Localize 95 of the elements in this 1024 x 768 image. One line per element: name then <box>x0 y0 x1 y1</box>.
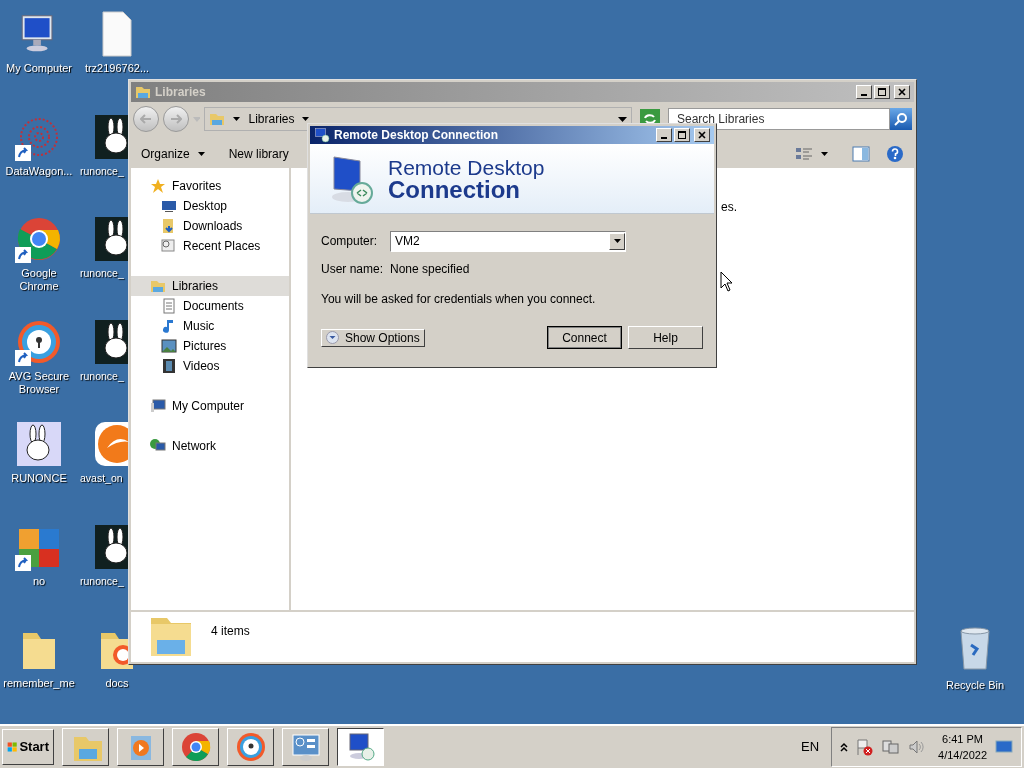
minimize-icon <box>661 137 667 139</box>
language-indicator[interactable]: EN <box>801 737 820 757</box>
star-icon <box>150 178 166 194</box>
credentials-note: You will be asked for credentials when you connect. <box>321 291 597 308</box>
cursor-icon <box>720 271 733 292</box>
flag-icon[interactable] <box>856 738 875 756</box>
toolbar-button[interactable]: New library <box>228 145 289 163</box>
close-button[interactable] <box>894 85 910 99</box>
desktop-icon-label[interactable]: AVG Secure Browser <box>1 369 77 396</box>
maximize-button[interactable] <box>674 128 690 142</box>
forward-arrow-icon <box>169 114 182 124</box>
desktop-icon-label[interactable]: no <box>32 574 46 588</box>
desktop-icon-label[interactable]: Recycle Bin <box>945 677 1005 694</box>
show-options-button[interactable]: Show Options <box>321 328 425 347</box>
desktop-icon-label[interactable]: remember_me <box>3 677 75 690</box>
maximize-button[interactable] <box>874 85 890 99</box>
desktop-icon-label[interactable]: runonce_ <box>80 369 124 383</box>
caret-icon <box>302 117 310 121</box>
desktop-icon-label[interactable]: runonce_ <box>80 267 124 280</box>
minimize-icon <box>861 94 867 96</box>
remote-desktop-icon <box>314 127 330 143</box>
nav-item[interactable]: Music <box>131 316 289 336</box>
desktop-icon-label[interactable]: RUNONCE <box>11 472 67 485</box>
chrome-icon <box>15 215 63 263</box>
refresh-icon <box>643 113 658 125</box>
breadcrumb[interactable]: Libraries <box>248 110 295 128</box>
chevron-up-icon[interactable] <box>840 742 849 752</box>
nav-item[interactable]: Documents <box>131 296 289 316</box>
nav-item[interactable]: Favorites <box>131 176 289 196</box>
field-label: Computer: <box>321 233 379 250</box>
document-icon <box>161 298 177 314</box>
film-icon <box>161 358 177 374</box>
nav-item[interactable]: Libraries <box>131 276 289 296</box>
caret-icon <box>197 152 205 156</box>
field-label: User name: <box>321 261 385 278</box>
desktop-icon-label[interactable]: runonce_ <box>80 574 124 588</box>
expand-icon <box>326 331 339 344</box>
library-icon <box>209 111 226 127</box>
windows-logo-icon <box>7 739 18 755</box>
nav-item[interactable]: Desktop <box>131 196 289 216</box>
nav-item[interactable]: Downloads <box>131 216 289 236</box>
view-options-icon[interactable] <box>795 146 813 162</box>
user-name-value: None specified <box>390 261 470 278</box>
clock[interactable]: 6:41 PM 4/14/2022 <box>938 731 987 763</box>
nav-item[interactable]: Recent Places <box>131 236 289 256</box>
caret-icon <box>233 117 241 121</box>
desktop-icon-label[interactable]: docs <box>105 677 129 690</box>
library-icon <box>150 278 166 294</box>
minimize-button[interactable] <box>856 85 872 99</box>
back-arrow-icon <box>139 114 152 124</box>
minimize-button[interactable] <box>656 128 672 142</box>
control-panel-icon <box>289 731 322 763</box>
maximize-icon <box>678 131 686 139</box>
dialog-button[interactable]: Help <box>628 326 703 349</box>
window-title: Libraries <box>155 84 207 101</box>
computer-icon <box>150 398 166 414</box>
desktop-icon-label[interactable]: trz2196762... <box>84 62 150 75</box>
show-desktop-icon[interactable] <box>995 739 1013 755</box>
speaker-icon[interactable] <box>908 738 927 756</box>
dialog-button[interactable]: Connect <box>547 326 622 349</box>
picture-icon <box>161 338 177 354</box>
nav-item[interactable]: Videos <box>131 356 289 376</box>
taskbar-button[interactable] <box>337 728 384 766</box>
close-button[interactable] <box>694 128 710 142</box>
desktop-icon <box>161 198 177 214</box>
network-icon <box>150 438 166 454</box>
search-icon <box>894 112 908 126</box>
chrome-icon <box>179 731 212 763</box>
toolbar-button[interactable]: Organize <box>141 145 205 163</box>
desktop-icon-label[interactable]: My Computer <box>6 62 72 75</box>
search-field[interactable]: Search Libraries <box>668 108 890 130</box>
desktop-icon-label[interactable]: Google Chrome <box>1 267 77 293</box>
dialog-heading: Connection <box>388 178 520 201</box>
network-icon[interactable] <box>882 738 901 756</box>
dialog-heading: Remote Desktop <box>388 156 545 179</box>
nav-item[interactable]: Network <box>131 436 289 456</box>
start-button[interactable]: Start <box>2 729 54 765</box>
desktop-icon-label[interactable]: DataWagon... <box>5 164 73 178</box>
item-count: 4 items <box>211 623 250 640</box>
search-button[interactable] <box>890 108 912 130</box>
close-icon <box>698 131 706 139</box>
library-icon <box>135 84 151 100</box>
desktop-icon-label[interactable]: runonce_ <box>80 164 124 178</box>
nav-item[interactable]: My Computer <box>131 396 289 416</box>
computer-combobox[interactable]: VM2 <box>390 230 626 252</box>
caret-icon <box>192 116 201 122</box>
close-icon <box>898 88 906 96</box>
desktop-icon-label[interactable]: avast_on <box>80 472 123 485</box>
recent-places-icon <box>161 238 177 254</box>
nav-item[interactable]: Pictures <box>131 336 289 356</box>
help-icon[interactable] <box>886 145 904 163</box>
maximize-icon <box>878 88 886 96</box>
caret-icon[interactable] <box>821 152 828 156</box>
caret-icon <box>613 239 621 243</box>
content-text: es. <box>721 200 737 214</box>
